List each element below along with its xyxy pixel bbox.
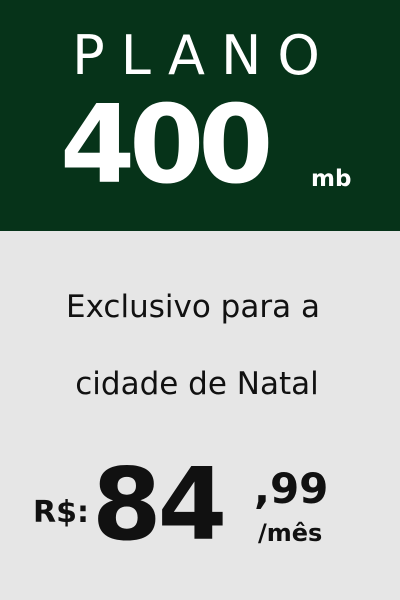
plan-header: PLANO 400 mb xyxy=(0,0,400,231)
price-currency: R$: xyxy=(33,495,89,530)
plan-title: PLANO xyxy=(72,24,336,87)
plan-speed: 400 xyxy=(60,83,273,208)
price-integer: 84 xyxy=(92,446,227,563)
description-line-2: cidade de Natal xyxy=(75,366,319,402)
plan-body: Exclusivo para a cidade de Natal R$: 84 … xyxy=(0,231,400,600)
price-decimal: ,99 xyxy=(254,464,329,513)
plan-card: PLANO 400 mb Exclusivo para a cidade de … xyxy=(0,0,400,600)
speed-unit: mb xyxy=(311,166,352,192)
description-line-1: Exclusivo para a xyxy=(66,289,320,325)
price-period: /mês xyxy=(258,519,323,547)
